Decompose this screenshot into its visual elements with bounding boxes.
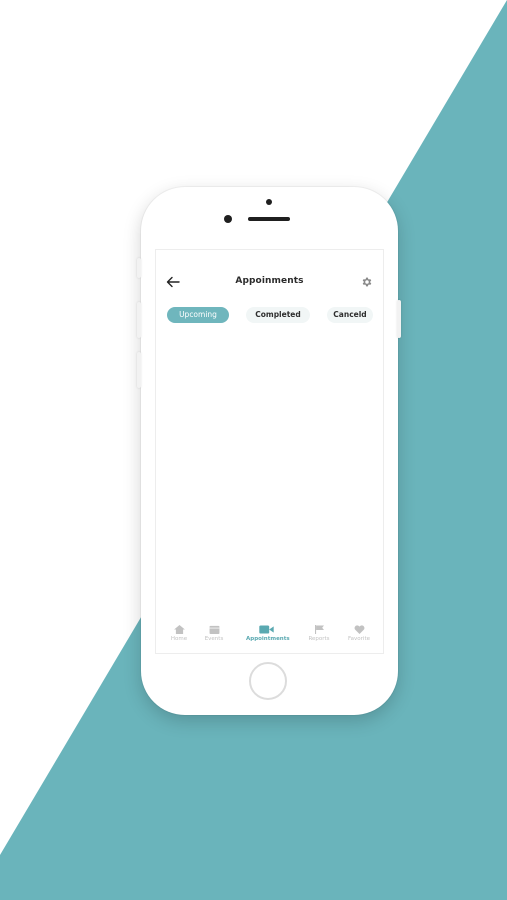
nav-item-appointments[interactable]: Appointments	[246, 625, 290, 642]
app-header: Appoinments	[156, 270, 383, 294]
heart-icon	[354, 625, 364, 634]
phone-side-button-volume-down	[137, 352, 141, 388]
phone-side-button-mute	[137, 258, 141, 278]
phone-front-camera	[224, 215, 232, 223]
nav-item-home[interactable]: Home	[159, 625, 199, 642]
nav-label-events: Events	[204, 636, 224, 642]
nav-item-events[interactable]: Events	[194, 625, 234, 642]
phone-side-button-power	[397, 300, 401, 338]
phone-earpiece-speaker	[248, 217, 290, 221]
phone-home-button[interactable]	[249, 662, 287, 700]
nav-label-appointments: Appointments	[246, 636, 290, 642]
nav-item-reports[interactable]: Reports	[299, 625, 339, 642]
nav-label-reports: Reports	[308, 636, 330, 642]
app-screen: Appoinments Upcoming Completed Canceld H…	[155, 249, 384, 654]
home-icon	[173, 625, 185, 634]
tab-canceld[interactable]: Canceld	[327, 307, 373, 323]
appointment-tabs: Upcoming Completed Canceld	[156, 307, 383, 323]
tab-completed[interactable]: Completed	[246, 307, 310, 323]
page-title: Appoinments	[235, 276, 304, 286]
flag-icon	[314, 625, 324, 634]
gear-icon[interactable]	[361, 276, 373, 288]
phone-side-button-volume-up	[137, 302, 141, 338]
nav-item-favorite[interactable]: Favorite	[339, 625, 379, 642]
calendar-icon	[209, 625, 219, 634]
phone-sensor-dot	[266, 199, 272, 205]
nav-label-favorite: Favorite	[348, 636, 370, 642]
nav-label-home: Home	[170, 636, 188, 642]
video-camera-icon	[258, 625, 274, 634]
tab-upcoming[interactable]: Upcoming	[167, 307, 229, 323]
bottom-navigation: Home Events Appointments Reports Favorit…	[156, 621, 383, 653]
